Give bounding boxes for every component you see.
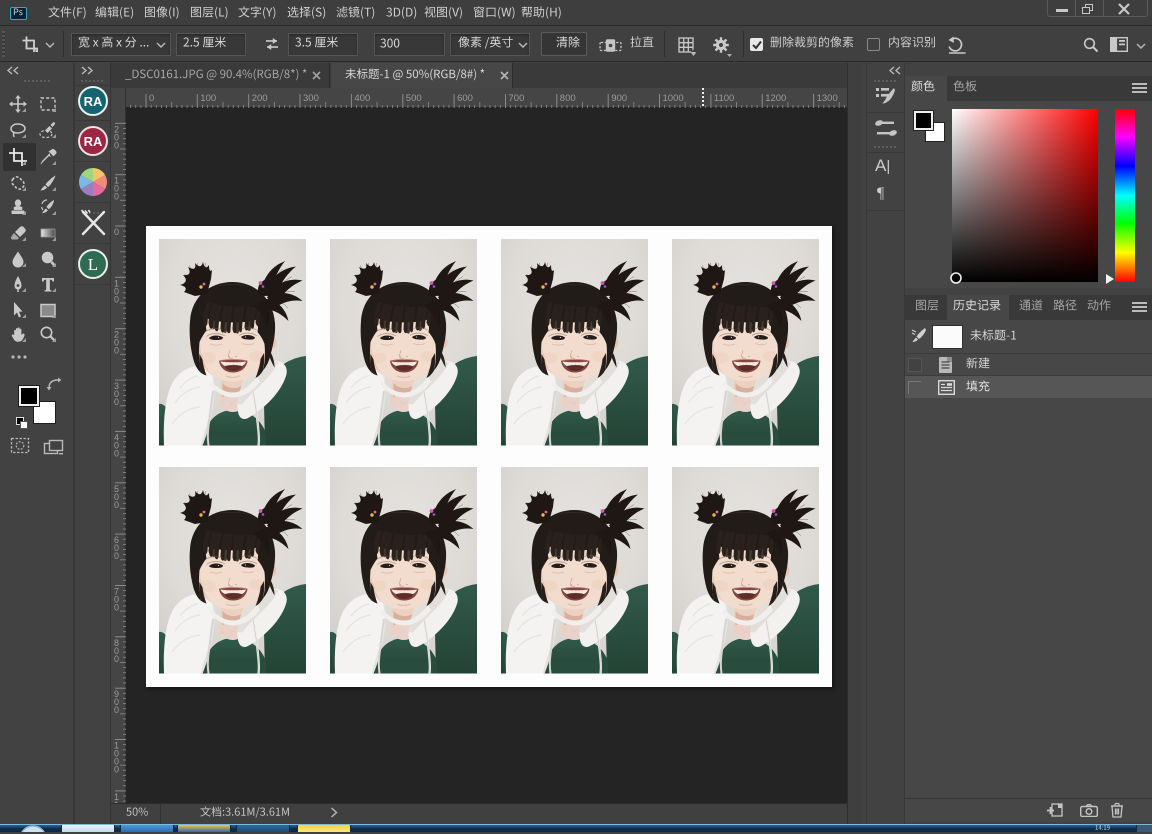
svg-text:0: 0 [114, 551, 119, 561]
svg-text:0: 0 [114, 500, 119, 510]
svg-text:700: 700 [509, 93, 525, 104]
svg-text:RA: RA [84, 134, 103, 149]
svg-text:200: 200 [252, 93, 268, 104]
svg-text:800: 800 [560, 93, 576, 104]
svg-text:0: 0 [114, 227, 119, 237]
svg-text:0: 0 [149, 93, 154, 104]
svg-text:1300: 1300 [817, 93, 838, 104]
svg-text:300: 300 [303, 93, 319, 104]
svg-text:1100: 1100 [714, 93, 734, 104]
svg-text:0: 0 [114, 448, 119, 458]
svg-text:900: 900 [611, 93, 627, 104]
svg-text:100: 100 [200, 93, 216, 104]
svg-text:1200: 1200 [765, 93, 786, 104]
svg-text:0: 0 [114, 140, 119, 150]
svg-text:0: 0 [114, 294, 119, 304]
svg-text:600: 600 [457, 93, 473, 104]
svg-text:400: 400 [354, 93, 370, 104]
svg-text:0: 0 [114, 603, 119, 613]
svg-text:0: 0 [114, 765, 119, 775]
svg-text:RA: RA [84, 94, 103, 109]
svg-text:0: 0 [114, 397, 119, 407]
svg-text:0: 0 [114, 346, 119, 356]
svg-text:500: 500 [406, 93, 422, 104]
svg-text:0: 0 [114, 654, 119, 664]
svg-text:0: 0 [114, 705, 119, 715]
svg-text:1000: 1000 [663, 93, 684, 104]
svg-text:L: L [88, 255, 98, 274]
svg-text:0: 0 [114, 192, 119, 202]
